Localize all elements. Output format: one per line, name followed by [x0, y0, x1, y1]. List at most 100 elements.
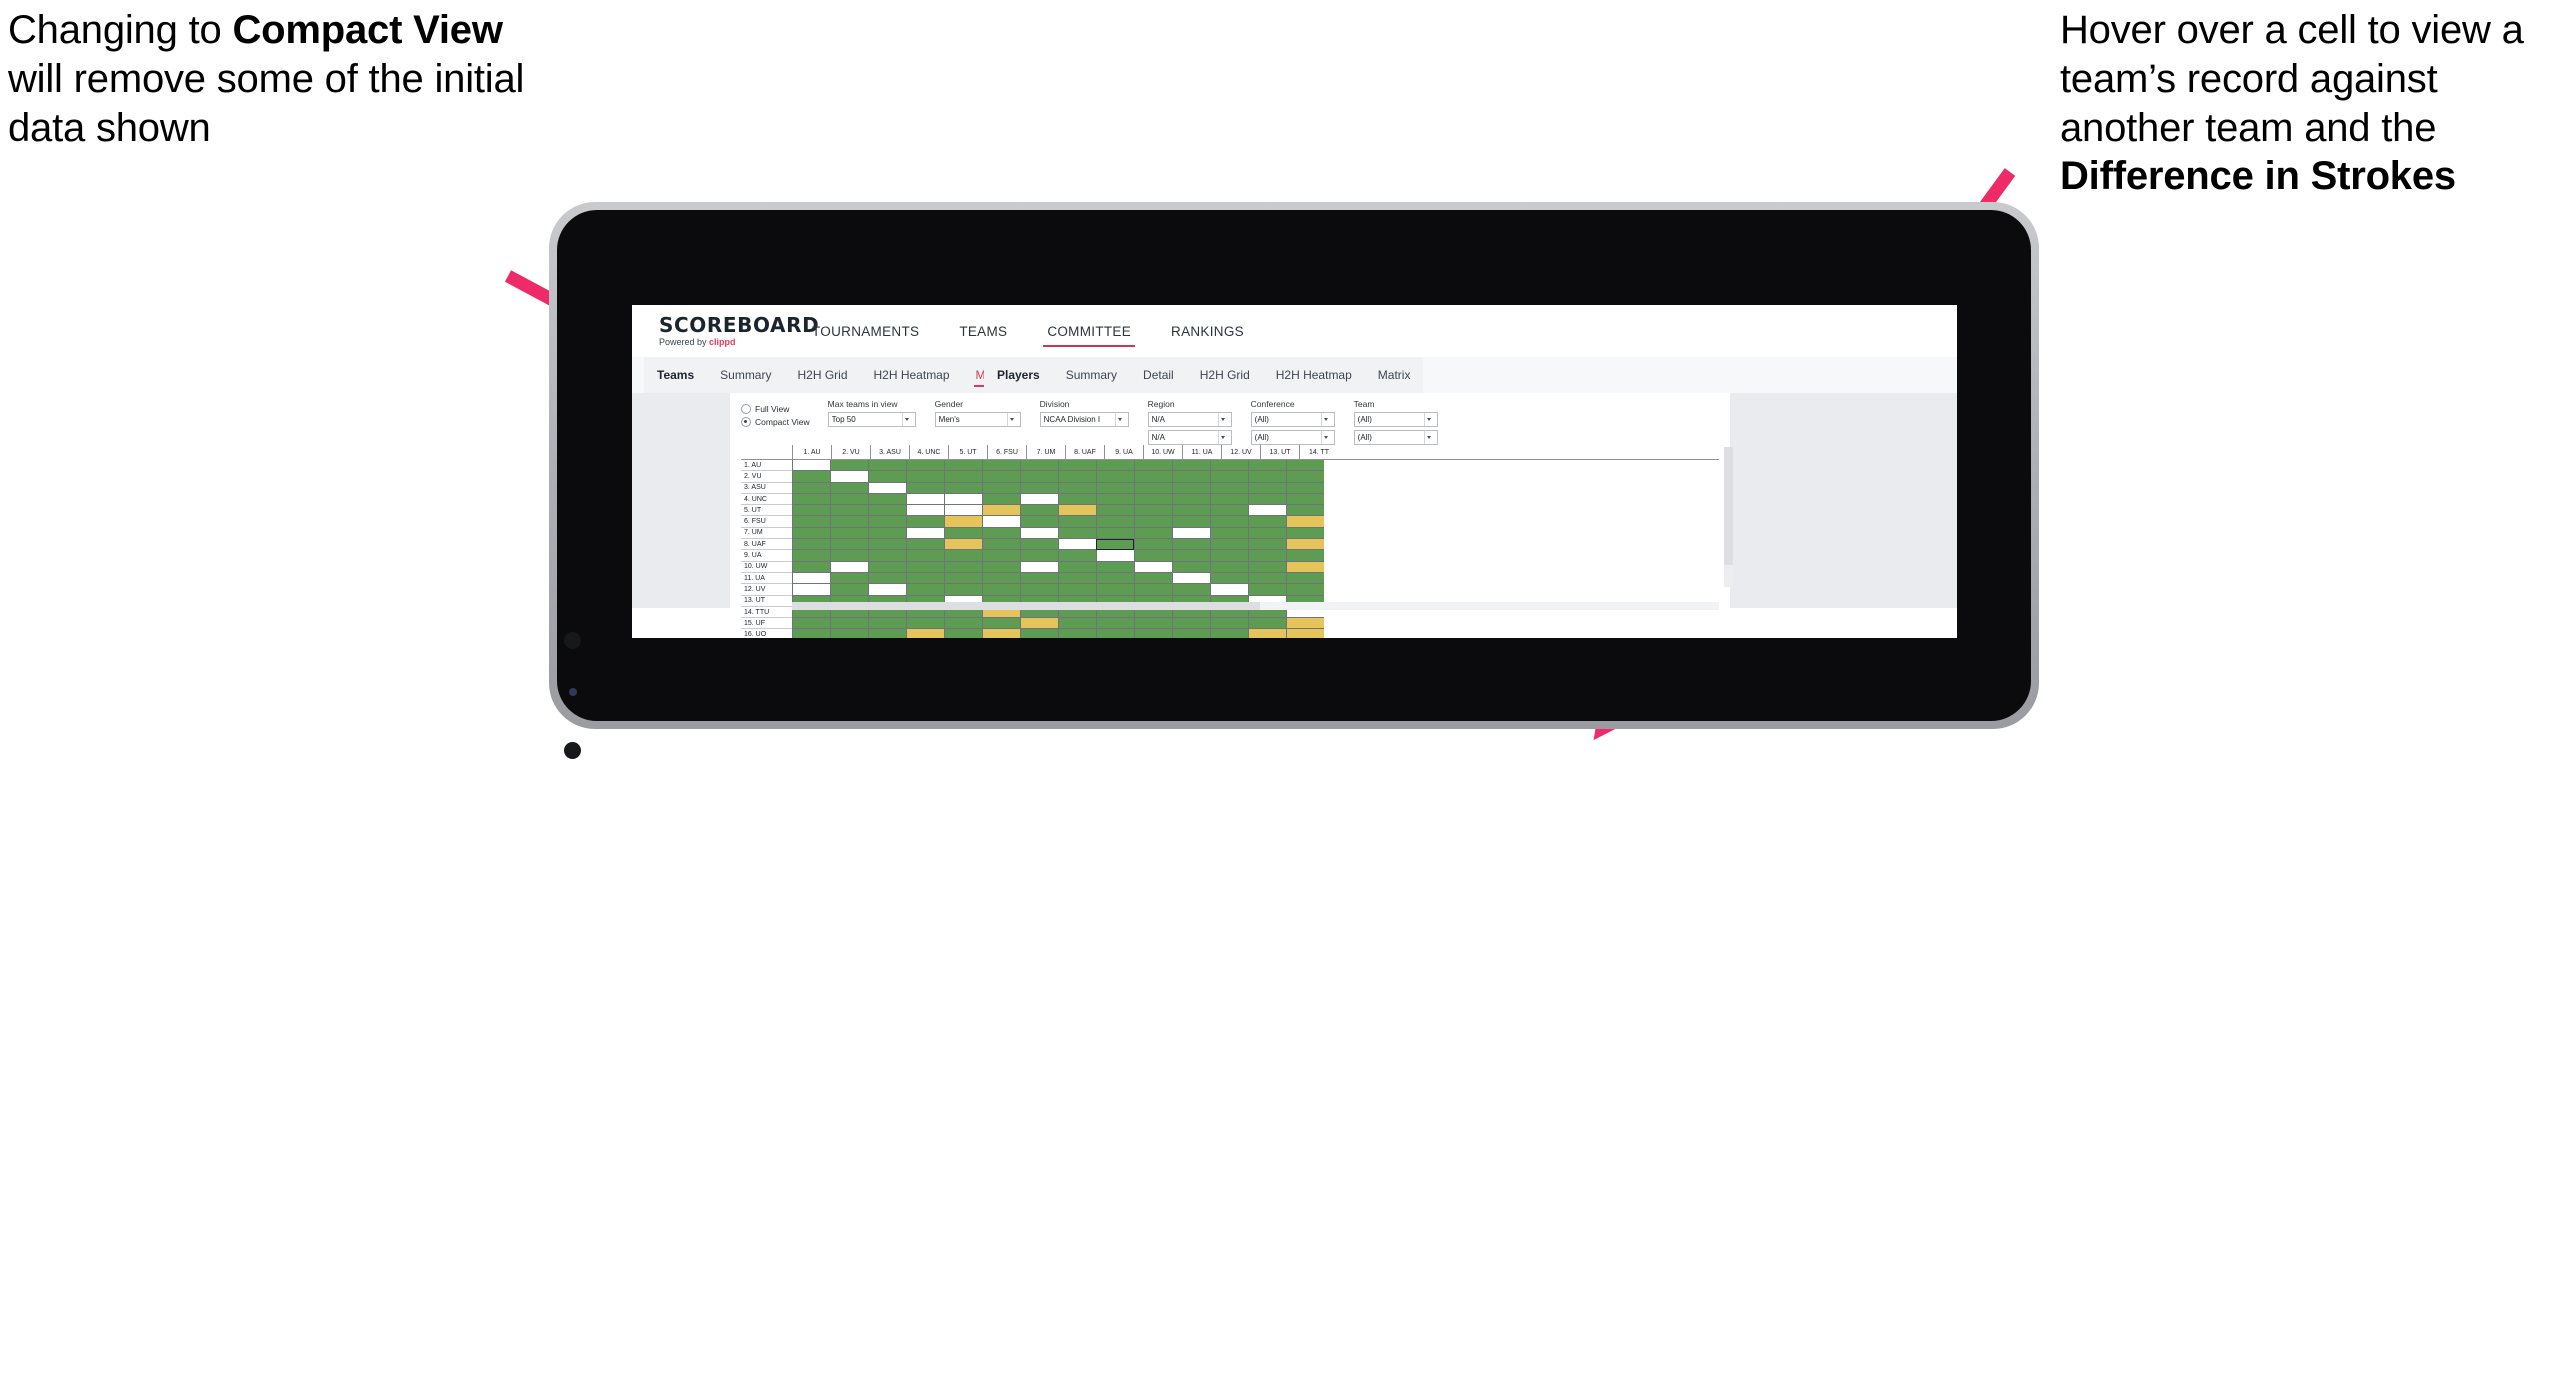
matrix-cell[interactable]: [1248, 539, 1286, 551]
matrix-cell[interactable]: [1210, 550, 1248, 562]
matrix-cell[interactable]: [1096, 572, 1134, 585]
matrix-cell[interactable]: [1058, 550, 1096, 562]
matrix-cell[interactable]: [1172, 493, 1210, 506]
matrix-cell[interactable]: [1210, 584, 1248, 596]
nav-rankings[interactable]: RANKINGS: [1151, 305, 1264, 357]
matrix-row-header[interactable]: 14. TTU: [741, 607, 792, 619]
matrix-cell[interactable]: [868, 539, 906, 551]
matrix-cell[interactable]: [1248, 561, 1286, 573]
matrix-cell[interactable]: [1286, 539, 1324, 551]
matrix-cell[interactable]: [1248, 493, 1286, 506]
matrix-cell[interactable]: [906, 460, 944, 472]
matrix-cell[interactable]: [1248, 460, 1286, 472]
matrix-cell[interactable]: [1058, 505, 1096, 517]
matrix-cell[interactable]: [906, 618, 944, 630]
matrix-cell[interactable]: [792, 527, 830, 540]
matrix-cell[interactable]: [868, 618, 906, 630]
matrix-cell[interactable]: [906, 584, 944, 596]
matrix-cell[interactable]: [1172, 482, 1210, 494]
matrix-cell[interactable]: [868, 471, 906, 483]
matrix-cell[interactable]: [982, 505, 1020, 517]
matrix-col-header[interactable]: 6. FSU: [987, 445, 1026, 459]
matrix-cell[interactable]: [1096, 550, 1134, 562]
tab-players-detail[interactable]: Detail: [1130, 357, 1187, 393]
matrix-cell[interactable]: [1134, 550, 1172, 562]
matrix-cell[interactable]: [1172, 505, 1210, 517]
matrix-cell[interactable]: [906, 629, 944, 638]
matrix-cell[interactable]: [982, 482, 1020, 494]
tab-teams-summary[interactable]: Summary: [707, 357, 784, 393]
matrix-cell[interactable]: [1096, 460, 1134, 472]
matrix-cell[interactable]: [868, 493, 906, 506]
matrix-cell[interactable]: [982, 539, 1020, 551]
matrix-cell[interactable]: [1286, 561, 1324, 573]
matrix-cell[interactable]: [1172, 561, 1210, 573]
matrix-row-header[interactable]: 13. UT: [741, 596, 792, 607]
matrix-cell[interactable]: [1134, 561, 1172, 573]
matrix-cell[interactable]: [944, 561, 982, 573]
filter-division-select[interactable]: NCAA Division I: [1039, 411, 1129, 427]
matrix-cell[interactable]: [1172, 629, 1210, 638]
matrix-cell[interactable]: [1134, 460, 1172, 472]
matrix-cell[interactable]: [1134, 471, 1172, 483]
matrix-cell[interactable]: [1210, 493, 1248, 506]
matrix-cell[interactable]: [868, 629, 906, 638]
matrix-row-header[interactable]: 8. UAF: [741, 539, 792, 551]
matrix-cell[interactable]: [1248, 516, 1286, 528]
matrix-cell[interactable]: [830, 618, 868, 630]
matrix-cell[interactable]: [1210, 629, 1248, 638]
matrix-col-header[interactable]: 10. UW: [1143, 445, 1182, 459]
matrix-row-header[interactable]: 7. UM: [741, 528, 792, 540]
matrix-row-header[interactable]: 12. UV: [741, 584, 792, 596]
matrix-cell[interactable]: [906, 572, 944, 585]
nav-teams[interactable]: TEAMS: [939, 305, 1027, 357]
tab-players-summary[interactable]: Summary: [1053, 357, 1130, 393]
matrix-cell[interactable]: [1248, 618, 1286, 630]
matrix-cell[interactable]: [1134, 584, 1172, 596]
matrix-cell[interactable]: [868, 505, 906, 517]
matrix-cell[interactable]: [1058, 471, 1096, 483]
matrix-cell[interactable]: [868, 527, 906, 540]
matrix-cell[interactable]: [982, 561, 1020, 573]
tab-teams-h2h-grid[interactable]: H2H Grid: [784, 357, 860, 393]
matrix-cell[interactable]: [1134, 516, 1172, 528]
matrix-cell[interactable]: [1172, 550, 1210, 562]
matrix-cell[interactable]: [944, 629, 982, 638]
matrix-cell[interactable]: [906, 471, 944, 483]
matrix-cell[interactable]: [1058, 482, 1096, 494]
matrix-cell[interactable]: [1248, 471, 1286, 483]
filter-team-select-1[interactable]: (All): [1353, 411, 1438, 427]
matrix-cell[interactable]: [1134, 618, 1172, 630]
matrix-cell[interactable]: [944, 618, 982, 630]
matrix-cell[interactable]: [944, 493, 982, 506]
matrix-cell[interactable]: [1134, 527, 1172, 540]
matrix-cell[interactable]: [1096, 516, 1134, 528]
matrix-col-header[interactable]: 4. UNC: [909, 445, 948, 459]
matrix-cell[interactable]: [830, 539, 868, 551]
matrix-cell[interactable]: [906, 516, 944, 528]
matrix-cell[interactable]: [868, 584, 906, 596]
matrix-cell[interactable]: [906, 539, 944, 551]
matrix-cell[interactable]: [1172, 471, 1210, 483]
matrix-cell[interactable]: [1210, 572, 1248, 585]
matrix-cell[interactable]: [1058, 629, 1096, 638]
filter-region-select-2[interactable]: N/A: [1147, 429, 1232, 445]
matrix-cell[interactable]: [1210, 618, 1248, 630]
matrix-cell[interactable]: [1172, 527, 1210, 540]
matrix-cell[interactable]: [792, 505, 830, 517]
matrix-cell[interactable]: [1248, 550, 1286, 562]
matrix-row-header[interactable]: 3. ASU: [741, 483, 792, 494]
matrix-cell[interactable]: [1020, 527, 1058, 540]
matrix-cell[interactable]: [1096, 618, 1134, 630]
matrix-cell[interactable]: [792, 471, 830, 483]
matrix-col-header[interactable]: 3. ASU: [870, 445, 909, 459]
matrix-col-header[interactable]: 13. UT: [1260, 445, 1299, 459]
matrix-cell[interactable]: [944, 584, 982, 596]
matrix-cell[interactable]: [792, 493, 830, 506]
matrix-cell[interactable]: [982, 516, 1020, 528]
matrix-cell[interactable]: [1248, 505, 1286, 517]
matrix-cell[interactable]: [944, 572, 982, 585]
matrix-cell[interactable]: [1210, 561, 1248, 573]
matrix-cell[interactable]: [830, 629, 868, 638]
matrix-cell[interactable]: [982, 584, 1020, 596]
